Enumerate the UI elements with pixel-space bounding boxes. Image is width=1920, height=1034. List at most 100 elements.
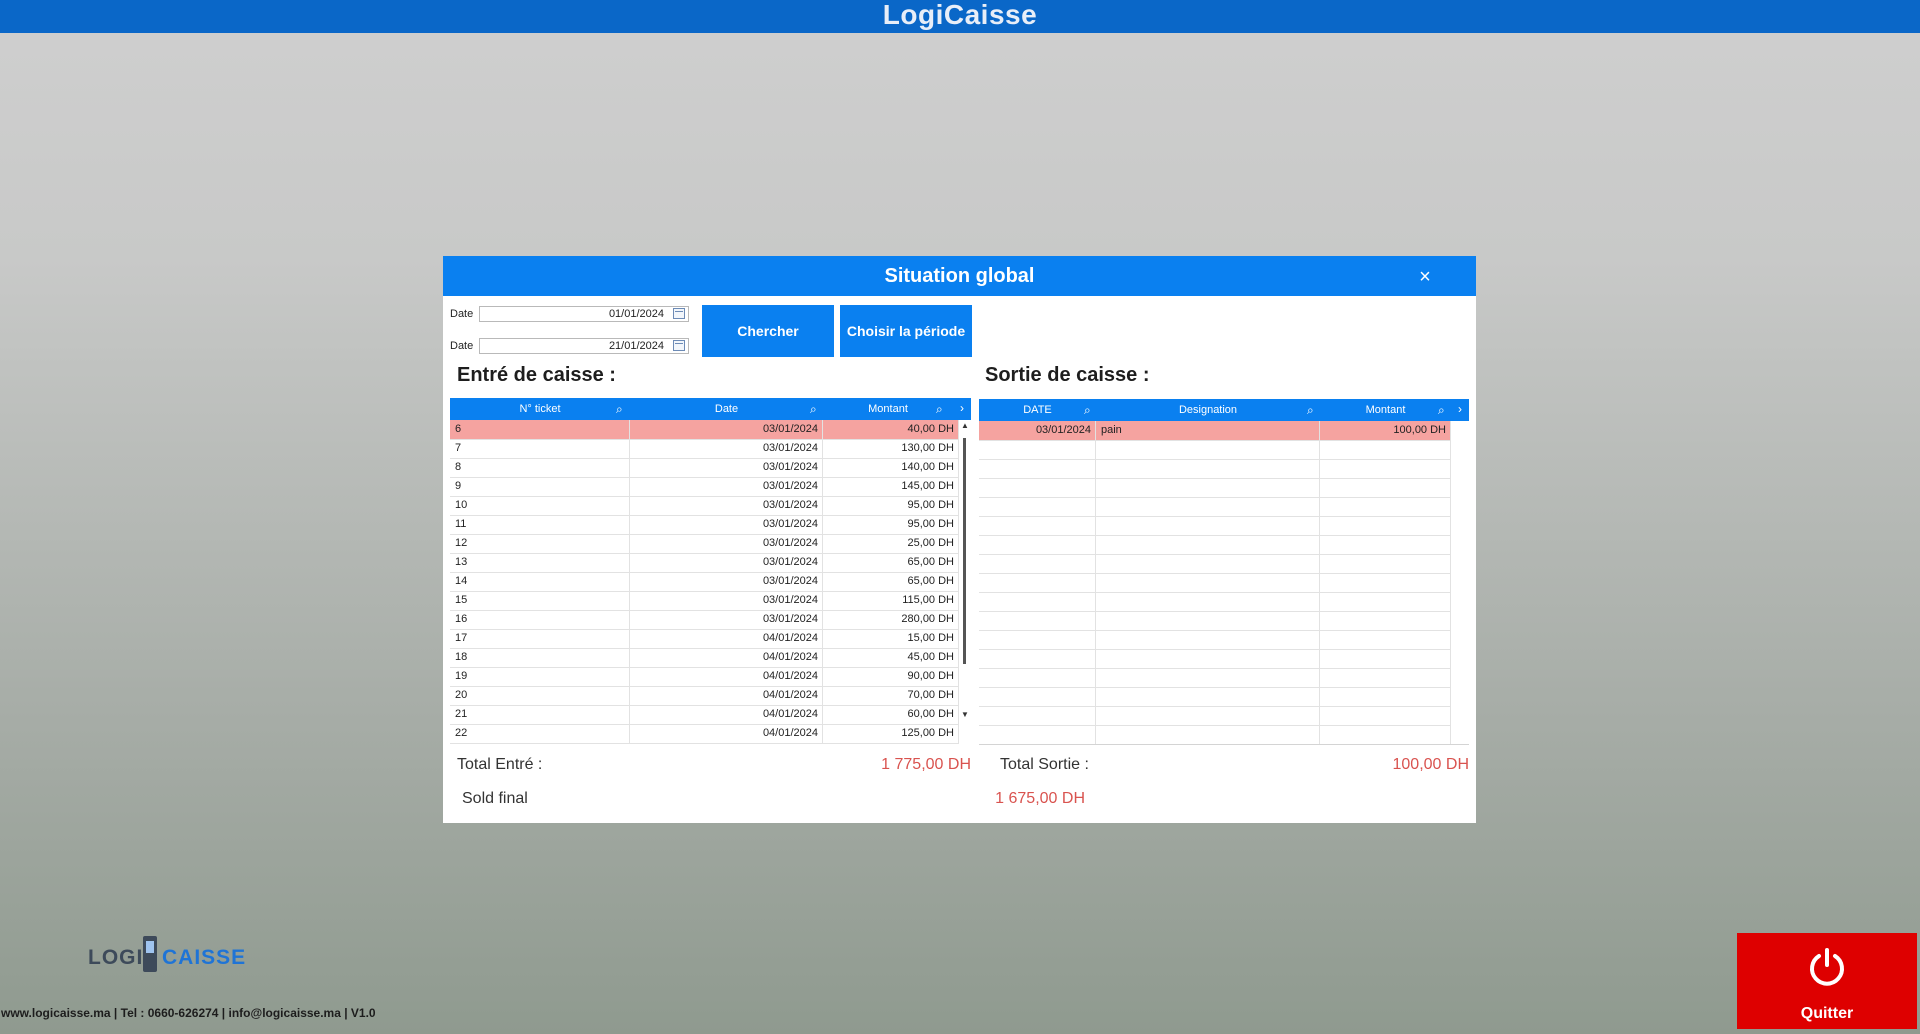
- empty-row[interactable]: [979, 706, 1451, 726]
- empty-row[interactable]: [979, 630, 1451, 650]
- search-icon[interactable]: ⌕: [1438, 399, 1445, 421]
- date-cell: 03/01/2024: [630, 420, 823, 439]
- designation-cell: [1096, 554, 1320, 573]
- table-row[interactable]: 20 04/01/2024 70,00 DH: [450, 686, 959, 706]
- montant-cell: [1320, 668, 1451, 687]
- empty-row[interactable]: [979, 497, 1451, 517]
- date-from-field[interactable]: 01/01/2024: [479, 306, 689, 322]
- table-row[interactable]: 17 04/01/2024 15,00 DH: [450, 629, 959, 649]
- table-row[interactable]: 9 03/01/2024 145,00 DH: [450, 477, 959, 497]
- close-icon[interactable]: ×: [1410, 256, 1440, 296]
- table-row[interactable]: 16 03/01/2024 280,00 DH: [450, 610, 959, 630]
- table-row[interactable]: 22 04/01/2024 125,00 DH: [450, 724, 959, 744]
- sortie-col-designation-header[interactable]: Designation ⌕: [1096, 399, 1320, 421]
- table-row[interactable]: 12 03/01/2024 25,00 DH: [450, 534, 959, 554]
- montant-cell: [1320, 725, 1451, 744]
- search-icon[interactable]: ⌕: [616, 398, 623, 420]
- ticket-cell: 12: [450, 534, 630, 553]
- date-to-field[interactable]: 21/01/2024: [479, 338, 689, 354]
- search-icon[interactable]: ⌕: [1307, 399, 1314, 421]
- search-icon[interactable]: ⌕: [810, 398, 817, 420]
- empty-row[interactable]: [979, 478, 1451, 498]
- date-from-label: Date: [450, 308, 474, 320]
- empty-row[interactable]: [979, 649, 1451, 669]
- table-row[interactable]: 6 03/01/2024 40,00 DH: [450, 420, 959, 440]
- table-row[interactable]: 11 03/01/2024 95,00 DH: [450, 515, 959, 535]
- date-cell: 03/01/2024: [630, 610, 823, 629]
- table-row[interactable]: 18 04/01/2024 45,00 DH: [450, 648, 959, 668]
- date-cell: 03/01/2024: [630, 553, 823, 572]
- entree-col-ticket-header[interactable]: N° ticket ⌕: [450, 398, 630, 420]
- table-row[interactable]: 03/01/2024 pain 100,00 DH: [979, 421, 1451, 441]
- search-icon[interactable]: ⌕: [936, 398, 943, 420]
- total-entree-value: 1 775,00 DH: [881, 756, 971, 773]
- footer-info: www.logicaisse.ma | Tel : 0660-626274 | …: [1, 1006, 376, 1020]
- calendar-icon[interactable]: [673, 308, 685, 319]
- choose-period-button[interactable]: Choisir la période: [840, 305, 972, 357]
- empty-row[interactable]: [979, 725, 1451, 745]
- chevron-right-icon[interactable]: ›: [960, 398, 964, 420]
- table-row[interactable]: 19 04/01/2024 90,00 DH: [450, 667, 959, 687]
- date-cell: 03/01/2024: [979, 421, 1096, 440]
- table-row[interactable]: 15 03/01/2024 115,00 DH: [450, 591, 959, 611]
- designation-cell: [1096, 725, 1320, 744]
- search-button[interactable]: Chercher: [702, 305, 834, 357]
- sortie-col-montant-header[interactable]: Montant ⌕: [1320, 399, 1451, 421]
- montant-cell: 125,00 DH: [823, 724, 959, 743]
- table-row[interactable]: 21 04/01/2024 60,00 DH: [450, 705, 959, 725]
- empty-row[interactable]: [979, 611, 1451, 631]
- table-row[interactable]: 8 03/01/2024 140,00 DH: [450, 458, 959, 478]
- entree-grid-header: N° ticket ⌕ Date ⌕ Montant ⌕ ›: [450, 398, 971, 420]
- empty-row[interactable]: [979, 687, 1451, 707]
- sortie-grid[interactable]: DATE ⌕ Designation ⌕ Montant ⌕ › 03/01/2…: [979, 399, 1469, 745]
- date-cell: [979, 649, 1096, 668]
- empty-row[interactable]: [979, 573, 1451, 593]
- scroll-up-icon[interactable]: ▲: [959, 421, 971, 430]
- calendar-icon[interactable]: [673, 340, 685, 351]
- montant-cell: 70,00 DH: [823, 686, 959, 705]
- ticket-cell: 9: [450, 477, 630, 496]
- sortie-title: Sortie de caisse :: [985, 364, 1150, 386]
- date-cell: [979, 687, 1096, 706]
- sortie-col-montant-label: Montant: [1365, 404, 1406, 416]
- app-title: LogiCaisse: [882, 0, 1038, 30]
- date-cell: 03/01/2024: [630, 591, 823, 610]
- date-cell: [979, 497, 1096, 516]
- entree-col-montant-header[interactable]: Montant ⌕: [823, 398, 953, 420]
- date-cell: 03/01/2024: [630, 458, 823, 477]
- montant-cell: 60,00 DH: [823, 705, 959, 724]
- table-row[interactable]: 13 03/01/2024 65,00 DH: [450, 553, 959, 573]
- scroll-thumb[interactable]: [963, 438, 966, 664]
- date-cell: [979, 440, 1096, 459]
- table-row[interactable]: 10 03/01/2024 95,00 DH: [450, 496, 959, 516]
- scroll-down-icon[interactable]: ▼: [959, 710, 971, 719]
- empty-row[interactable]: [979, 668, 1451, 688]
- sortie-col-date-header[interactable]: DATE ⌕: [979, 399, 1096, 421]
- entree-grid[interactable]: N° ticket ⌕ Date ⌕ Montant ⌕ › 6 03/01/20…: [450, 398, 971, 744]
- ticket-cell: 8: [450, 458, 630, 477]
- date-cell: 04/01/2024: [630, 667, 823, 686]
- designation-cell: [1096, 459, 1320, 478]
- entree-col-date-header[interactable]: Date ⌕: [630, 398, 823, 420]
- table-row[interactable]: 7 03/01/2024 130,00 DH: [450, 439, 959, 459]
- montant-cell: [1320, 687, 1451, 706]
- entree-scrollbar[interactable]: ▲ ▼: [959, 420, 971, 723]
- ticket-cell: 18: [450, 648, 630, 667]
- quit-button[interactable]: Quitter: [1737, 933, 1917, 1029]
- montant-cell: 95,00 DH: [823, 496, 959, 515]
- empty-row[interactable]: [979, 440, 1451, 460]
- table-row[interactable]: 14 03/01/2024 65,00 DH: [450, 572, 959, 592]
- empty-row[interactable]: [979, 554, 1451, 574]
- empty-row[interactable]: [979, 592, 1451, 612]
- search-icon[interactable]: ⌕: [1084, 399, 1091, 421]
- sortie-col-designation-label: Designation: [1178, 404, 1238, 416]
- empty-row[interactable]: [979, 516, 1451, 536]
- empty-row[interactable]: [979, 535, 1451, 555]
- empty-row[interactable]: [979, 459, 1451, 479]
- ticket-cell: 19: [450, 667, 630, 686]
- dialog-header: Situation global: [443, 256, 1476, 296]
- date-cell: [979, 706, 1096, 725]
- chevron-right-icon[interactable]: ›: [1458, 399, 1462, 421]
- montant-cell: [1320, 592, 1451, 611]
- quit-label: Quitter: [1800, 1005, 1854, 1022]
